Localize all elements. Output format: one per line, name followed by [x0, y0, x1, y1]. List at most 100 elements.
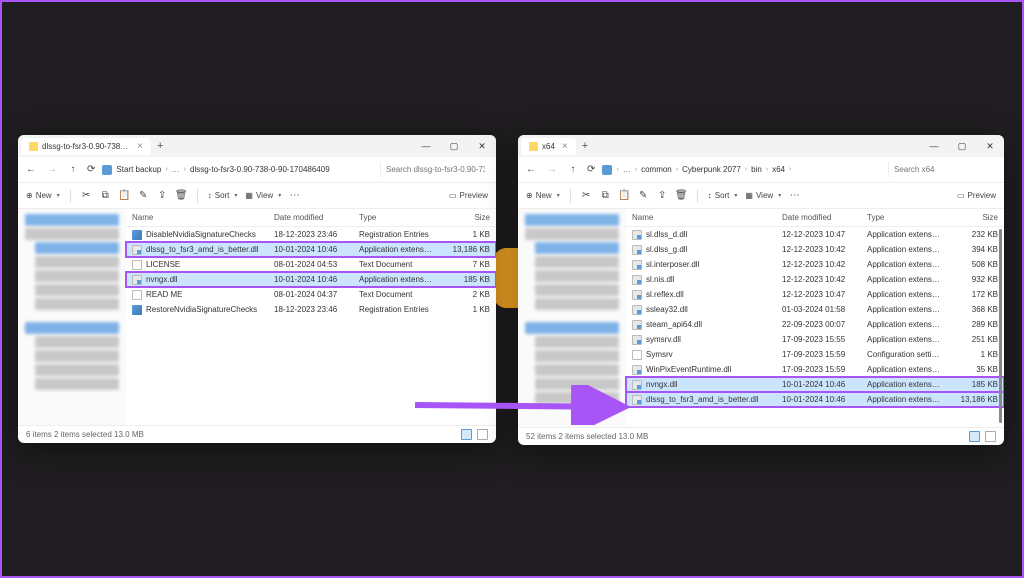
dll-file-icon: [632, 320, 642, 330]
forward-button[interactable]: →: [45, 164, 59, 175]
explorer-window-source: dlssg-to-fsr3-0.90-738-0-90-17… × + — ▢ …: [18, 135, 496, 443]
sidebar[interactable]: [518, 209, 626, 427]
refresh-button[interactable]: ⟳: [587, 164, 595, 175]
statusbar: 6 items 2 items selected 13.0 MB: [18, 425, 496, 443]
file-row[interactable]: READ ME 08-01-2024 04:37 Text Document 2…: [126, 287, 496, 302]
file-row[interactable]: LICENSE 08-01-2024 04:53 Text Document 7…: [126, 257, 496, 272]
preview-button[interactable]: ▭ Preview: [449, 191, 488, 200]
new-button[interactable]: ⊕ New▾: [526, 191, 560, 200]
breadcrumb[interactable]: › … › common › Cyberpunk 2077 › bin › x6…: [602, 165, 881, 175]
share-icon[interactable]: ⇪: [157, 190, 168, 201]
copy-icon[interactable]: ⧉: [100, 190, 111, 201]
preview-button[interactable]: ▭ Preview: [957, 191, 996, 200]
minimize-button[interactable]: —: [920, 135, 948, 157]
paste-icon[interactable]: 📋: [119, 190, 130, 201]
file-row[interactable]: nvngx.dll 10-01-2024 10:46 Application e…: [126, 272, 496, 287]
rename-icon[interactable]: ✎: [638, 190, 649, 201]
new-tab-button[interactable]: +: [582, 140, 588, 152]
close-tab-icon[interactable]: ×: [562, 141, 568, 152]
delete-icon[interactable]: 🗑: [676, 190, 687, 201]
tab-active[interactable]: x64 ×: [521, 138, 576, 155]
file-list[interactable]: Name Date modified Type Size DisableNvid…: [126, 209, 496, 425]
refresh-button[interactable]: ⟳: [87, 164, 95, 175]
cut-icon[interactable]: ✂: [81, 190, 92, 201]
sort-button[interactable]: ↕ Sort▾: [708, 191, 738, 200]
column-headers[interactable]: Name Date modified Type Size: [126, 209, 496, 227]
search-input[interactable]: [888, 162, 998, 177]
dll-file-icon: [132, 275, 142, 285]
more-icon[interactable]: ⋯: [789, 190, 800, 201]
addressbar: ← → ↑ ⟳ › … › common › Cyberpunk 2077 › …: [518, 157, 1004, 183]
file-list[interactable]: Name Date modified Type Size sl.dlss_d.d…: [626, 209, 1004, 427]
txt-file-icon: [132, 290, 142, 300]
file-row[interactable]: sl.reflex.dll 12-12-2023 10:47 Applicati…: [626, 287, 1004, 302]
icons-view-icon[interactable]: [985, 431, 996, 442]
maximize-button[interactable]: ▢: [440, 135, 468, 157]
dll-file-icon: [632, 260, 642, 270]
new-button[interactable]: ⊕ New▾: [26, 191, 60, 200]
toolbar: ⊕ New▾ ✂ ⧉ 📋 ✎ ⇪ 🗑 ↕ Sort▾ ▦ View▾ ⋯ ▭ P…: [518, 183, 1004, 209]
forward-button[interactable]: →: [545, 164, 559, 175]
txt-file-icon: [632, 350, 642, 360]
icons-view-icon[interactable]: [477, 429, 488, 440]
file-row[interactable]: sl.dlss_g.dll 12-12-2023 10:42 Applicati…: [626, 242, 1004, 257]
paste-icon[interactable]: 📋: [619, 190, 630, 201]
cut-icon[interactable]: ✂: [581, 190, 592, 201]
delete-icon[interactable]: 🗑: [176, 190, 187, 201]
dll-file-icon: [632, 365, 642, 375]
dll-file-icon: [632, 290, 642, 300]
back-button[interactable]: ←: [24, 164, 38, 175]
statusbar: 52 items 2 items selected 13.0 MB: [518, 427, 1004, 445]
rename-icon[interactable]: ✎: [138, 190, 149, 201]
folder-icon: [529, 142, 538, 151]
minimize-button[interactable]: —: [412, 135, 440, 157]
file-row[interactable]: DisableNvidiaSignatureChecks 18-12-2023 …: [126, 227, 496, 242]
file-row[interactable]: RestoreNvidiaSignatureChecks 18-12-2023 …: [126, 302, 496, 317]
file-row[interactable]: WinPixEventRuntime.dll 17-09-2023 15:59 …: [626, 362, 1004, 377]
dll-file-icon: [632, 305, 642, 315]
chevron-right-icon: ›: [165, 166, 167, 173]
file-row[interactable]: nvngx.dll 10-01-2024 10:46 Application e…: [626, 377, 1004, 392]
close-tab-icon[interactable]: ×: [137, 141, 143, 152]
back-button[interactable]: ←: [524, 164, 538, 175]
sort-button[interactable]: ↕ Sort▾: [208, 191, 238, 200]
dll-file-icon: [132, 245, 142, 255]
file-row[interactable]: symsrv.dll 17-09-2023 15:55 Application …: [626, 332, 1004, 347]
file-row[interactable]: dlssg_to_fsr3_amd_is_better.dll 10-01-20…: [126, 242, 496, 257]
view-button[interactable]: ▦ View▾: [245, 191, 281, 200]
new-tab-button[interactable]: +: [157, 140, 163, 152]
copy-icon[interactable]: ⧉: [600, 190, 611, 201]
file-row[interactable]: ssleay32.dll 01-03-2024 01:58 Applicatio…: [626, 302, 1004, 317]
sidebar[interactable]: [18, 209, 126, 425]
dll-file-icon: [632, 380, 642, 390]
monitor-icon: [602, 165, 612, 175]
share-icon[interactable]: ⇪: [657, 190, 668, 201]
folder-icon: [29, 142, 38, 151]
file-row[interactable]: dlssg_to_fsr3_amd_is_better.dll 10-01-20…: [626, 392, 1004, 407]
close-button[interactable]: ✕: [976, 135, 1004, 157]
close-button[interactable]: ✕: [468, 135, 496, 157]
search-input[interactable]: [380, 162, 490, 177]
tab-active[interactable]: dlssg-to-fsr3-0.90-738-0-90-17… ×: [21, 138, 151, 155]
chevron-right-icon: ›: [184, 166, 186, 173]
column-headers[interactable]: Name Date modified Type Size: [626, 209, 1004, 227]
titlebar[interactable]: x64 × + — ▢ ✕: [518, 135, 1004, 157]
details-view-icon[interactable]: [969, 431, 980, 442]
up-button[interactable]: ↑: [566, 164, 580, 175]
breadcrumb[interactable]: Start backup › … › dlssg-to-fsr3-0.90-73…: [102, 165, 373, 175]
monitor-icon: [102, 165, 112, 175]
maximize-button[interactable]: ▢: [948, 135, 976, 157]
dll-file-icon: [632, 275, 642, 285]
view-button[interactable]: ▦ View▾: [745, 191, 781, 200]
file-row[interactable]: sl.nis.dll 12-12-2023 10:42 Application …: [626, 272, 1004, 287]
more-icon[interactable]: ⋯: [289, 190, 300, 201]
addressbar: ← → ↑ ⟳ Start backup › … › dlssg-to-fsr3…: [18, 157, 496, 183]
file-row[interactable]: sl.dlss_d.dll 12-12-2023 10:47 Applicati…: [626, 227, 1004, 242]
scrollbar[interactable]: [999, 229, 1002, 423]
up-button[interactable]: ↑: [66, 164, 80, 175]
file-row[interactable]: Symsrv 17-09-2023 15:59 Configuration se…: [626, 347, 1004, 362]
file-row[interactable]: sl.interposer.dll 12-12-2023 10:42 Appli…: [626, 257, 1004, 272]
file-row[interactable]: steam_api64.dll 22-09-2023 00:07 Applica…: [626, 317, 1004, 332]
details-view-icon[interactable]: [461, 429, 472, 440]
titlebar[interactable]: dlssg-to-fsr3-0.90-738-0-90-17… × + — ▢ …: [18, 135, 496, 157]
